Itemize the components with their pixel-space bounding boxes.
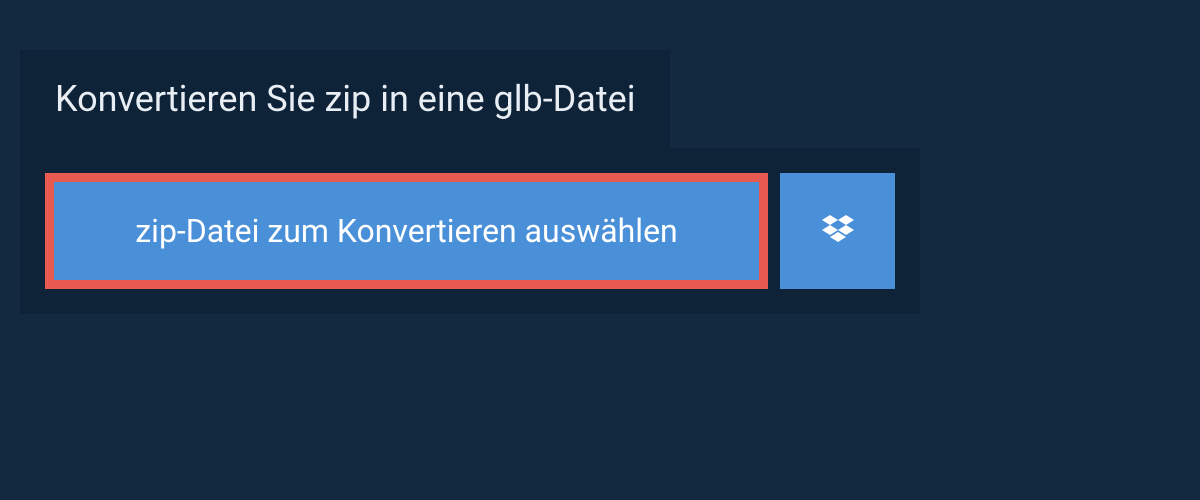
upload-section: zip-Datei zum Konvertieren auswählen bbox=[20, 148, 920, 314]
select-file-button[interactable]: zip-Datei zum Konvertieren auswählen bbox=[45, 173, 768, 289]
dropbox-button[interactable] bbox=[780, 173, 895, 289]
page-title: Konvertieren Sie zip in eine glb-Datei bbox=[55, 78, 635, 120]
dropbox-icon bbox=[818, 211, 858, 251]
select-file-label: zip-Datei zum Konvertieren auswählen bbox=[135, 212, 677, 250]
header-bar: Konvertieren Sie zip in eine glb-Datei bbox=[20, 50, 670, 148]
